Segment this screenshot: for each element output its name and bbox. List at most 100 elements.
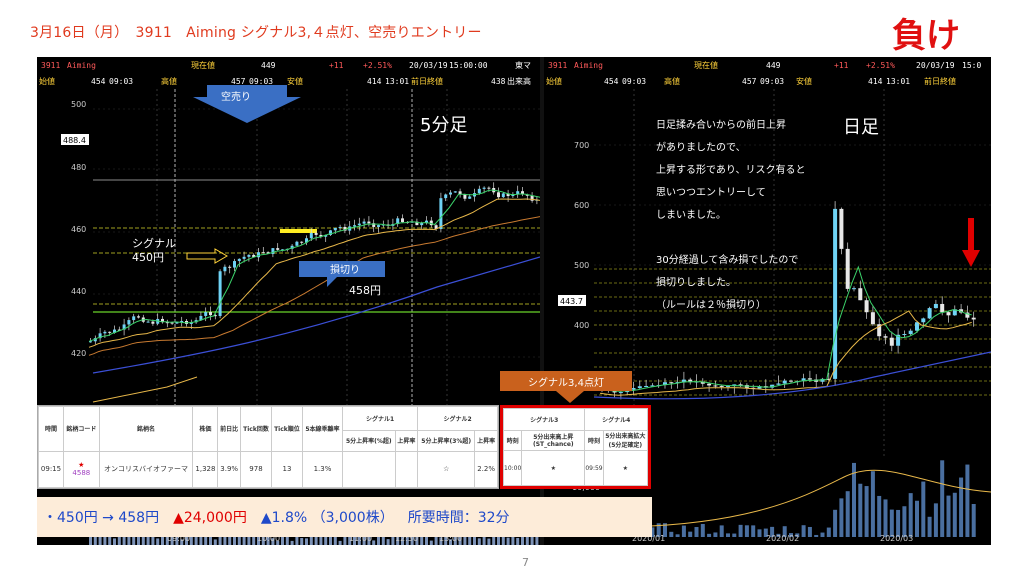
chartd-price-badge: 443.7 [560,297,583,306]
chartd-low-label: 安値 [796,76,812,86]
candle-body [833,208,838,379]
candle-body [501,193,505,198]
signal-callout-arrow [556,391,584,403]
candle-body [477,188,481,194]
candle-body [971,317,976,320]
col-tick-count: Tick回数 [240,406,272,452]
chart5-open-val: 454 [91,77,106,86]
candle-body [127,320,131,325]
volume-bar [751,525,756,537]
cell-sig1-b [394,450,419,489]
cell-vol-rate: 1.3% [301,450,344,489]
volume-bar [113,538,116,545]
signal-3-4-table: シグナル3 シグナル4 時刻 5分出来高上昇(ST_chance) 時刻 5分出… [500,405,651,489]
candle-body [852,288,856,290]
candle-body [218,271,222,317]
chartd-code: 3911 [548,61,567,70]
daily-chart-plot [593,89,991,537]
result-duration: 所要時間：32分 [407,510,510,526]
volume-bar [814,534,819,537]
candle-body [933,303,938,309]
volume-bar [946,495,951,537]
volume-bar [372,540,376,545]
volume-bar [889,509,894,537]
stoploss-label: 損切り [330,263,360,276]
page-number: 7 [522,556,529,569]
candle-body [482,187,486,189]
candle-body [921,318,926,323]
candle-body [453,191,457,193]
volume-bar [429,540,433,545]
chartd-open-val: 454 [604,77,619,86]
volume-bar [713,532,718,537]
volume-bar [744,525,749,537]
chartd-low-val: 414 [868,77,883,86]
volume-bar [223,536,227,545]
volume-bar [738,524,743,537]
candle-body [807,378,812,380]
candle-body [314,232,318,235]
col-sig4-time: 時刻 [584,429,604,452]
candle-body [103,331,107,334]
chart5-chg: +11 [329,61,344,70]
volume-bar [213,539,217,545]
volume-bar [807,526,812,537]
volume-bar [338,540,342,545]
col-chg: 前日比 [217,406,242,452]
chartd-pct: +2.51% [866,61,895,70]
result-pct: ▲1.8% （3,000株） [260,510,394,526]
candle-body [858,288,863,301]
note-line: がありましたので、 [656,141,746,154]
col-vol-rate: 5本線乖離率 [301,406,344,452]
volume-bar [845,491,850,537]
chart5-low-val: 414 [367,77,382,86]
volume-bar [497,536,500,545]
chartd-high-time: 09:03 [760,77,784,86]
volume-bar [921,481,926,537]
candle-body [864,300,869,313]
candle-body [883,336,888,338]
volume-bar [896,509,901,537]
chart5-open-time: 09:03 [109,77,133,86]
volume-bar [902,506,907,537]
chart5-market: 東マ [515,60,531,70]
note-line: 思いつつエントリーして [656,187,766,199]
cell-sig2-mark: ☆ [417,450,476,489]
volume-bar [305,538,308,545]
cell-sig1-a [342,450,396,489]
candle-body [726,385,730,387]
chartd-time: 15:0 [962,61,981,70]
table-row[interactable]: 10:00 ★ 09:59 ★ [502,450,649,486]
table-row[interactable]: 09:15 ★ 4588 オンコリスバイオファーマ 1,328 3.9% 978 … [37,450,498,489]
col-sig4-desc: 5分出来高拡大(5分足確定) [602,429,649,452]
volume-bar [833,509,838,537]
candle-body [902,334,907,336]
volume-bar [333,535,337,545]
volume-bar [477,538,481,545]
volume-bar [877,495,882,537]
star-icon: ★ [78,461,85,470]
chartd-open-label: 始値 [546,76,562,86]
candle-body [209,312,212,316]
col-sig2: シグナル2 [417,405,498,432]
volume-bar [732,533,737,537]
chart5-name: Aiming [67,61,96,70]
ma-long [593,351,991,400]
chart5-cur-val: 449 [261,61,276,70]
trade-notes: 日足揉み合いからの前日上昇がありましたので、上昇する形であり、リスク有ると思いつ… [656,118,806,311]
chart5-low-time: 13:01 [385,77,409,86]
chartd-open-time: 09:03 [622,77,646,86]
chartd-high-val: 457 [742,77,757,86]
short-label: 空売り [221,90,251,103]
candle-body [151,321,155,324]
candle-body [618,392,623,394]
candle-body [146,321,150,323]
chart5-timeframe-label: 5分足 [420,115,467,136]
chart5-pct: +2.51% [363,61,392,70]
cell-price: 1,328 [192,450,219,489]
chart5-high-val: 457 [231,77,246,86]
volume-bar [933,503,938,537]
cell-code: ★ 4588 [63,450,100,489]
candle-body [300,241,304,243]
candle-body [204,312,208,316]
